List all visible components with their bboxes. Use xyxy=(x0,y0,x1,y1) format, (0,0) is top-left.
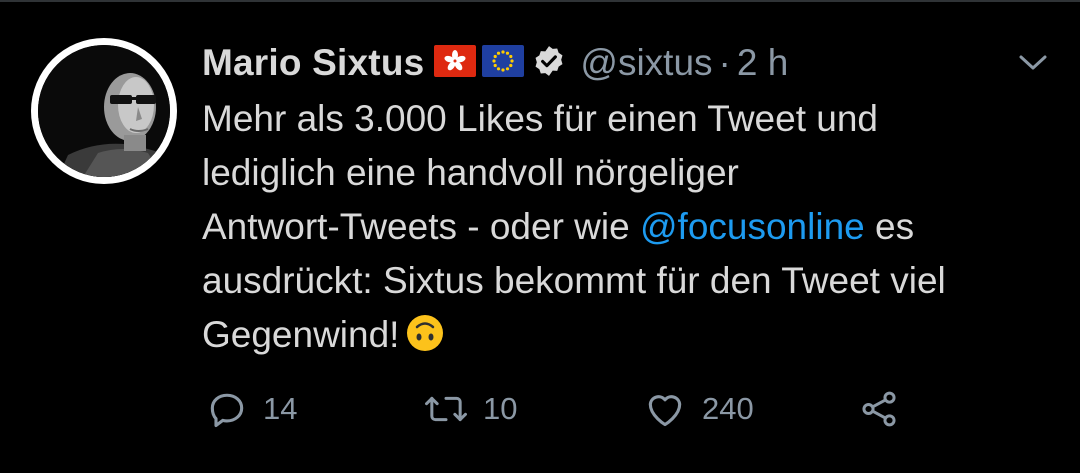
reply-button[interactable]: 14 xyxy=(205,386,297,432)
heart-icon xyxy=(648,395,682,427)
tweet-text-line: Antwort-Tweets - oder wie @focusonline e… xyxy=(202,200,1062,254)
like-count: 240 xyxy=(702,391,754,426)
reply-icon xyxy=(210,393,244,428)
tweet-timestamp[interactable]: 2 h xyxy=(737,42,788,84)
retweet-count: 10 xyxy=(483,391,518,426)
tweet-body: Mehr als 3.000 Likes für einen Tweet und… xyxy=(202,92,1062,368)
retweet-icon xyxy=(425,396,467,422)
tweet-text-segment: es xyxy=(864,206,915,247)
tweet-text-line: ausdrückt: Sixtus bekommt für den Tweet … xyxy=(202,260,946,301)
mention-link[interactable]: @focusonline xyxy=(640,206,865,247)
tweet-text-line: Gegenwind! xyxy=(202,308,1062,368)
eu-flag-icon xyxy=(482,44,525,82)
divider xyxy=(0,0,1080,2)
share-button[interactable] xyxy=(858,386,900,432)
tweet-text-segment: Gegenwind! xyxy=(202,314,400,355)
avatar[interactable] xyxy=(31,38,177,184)
tweet-header: Mario Sixtus @sixtus · 2 h xyxy=(202,38,788,88)
tweet-text-line: lediglich eine handvoll nörgeliger xyxy=(202,152,739,193)
tweet-text-line: Mehr als 3.000 Likes für einen Tweet und xyxy=(202,98,879,139)
author-display-name[interactable]: Mario Sixtus xyxy=(202,42,424,84)
chevron-down-icon[interactable] xyxy=(1016,49,1050,75)
tweet-text-segment: Antwort-Tweets - oder wie xyxy=(202,206,640,247)
author-handle[interactable]: @sixtus xyxy=(580,42,712,84)
reply-count: 14 xyxy=(263,391,298,426)
hong-kong-flag-icon xyxy=(434,44,477,82)
like-button[interactable]: 240 xyxy=(642,386,754,432)
upside-down-face-emoji-icon xyxy=(405,313,445,368)
avatar-photo xyxy=(38,45,170,177)
share-icon xyxy=(862,391,896,427)
retweet-button[interactable]: 10 xyxy=(423,386,517,432)
header-separator: · xyxy=(718,42,731,83)
verified-badge-icon xyxy=(532,44,566,83)
